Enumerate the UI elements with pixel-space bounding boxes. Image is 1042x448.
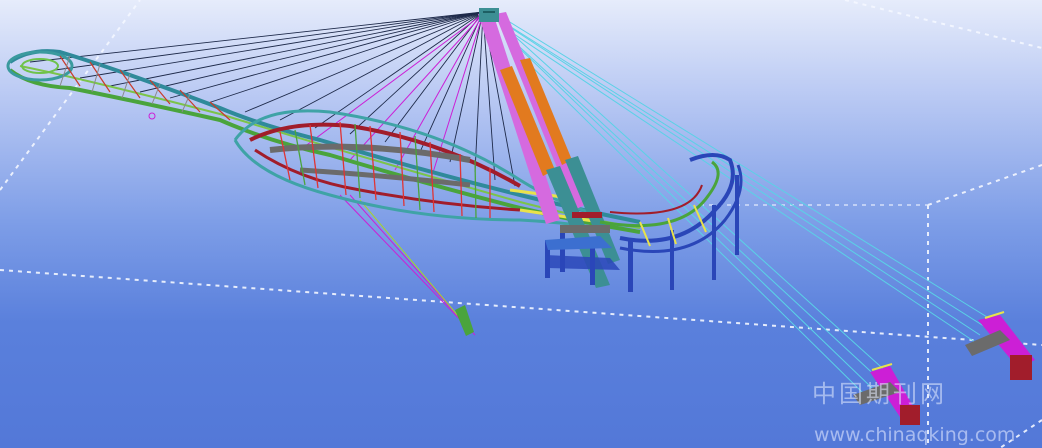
model-marker	[148, 112, 156, 120]
structural-model-3d[interactable]	[0, 0, 1042, 448]
tie-back-green-line	[359, 199, 471, 331]
anchor-frame-icon	[455, 305, 1035, 425]
model-viewport[interactable]: 中国期刊网 www.chinaqking.com	[0, 0, 1042, 448]
